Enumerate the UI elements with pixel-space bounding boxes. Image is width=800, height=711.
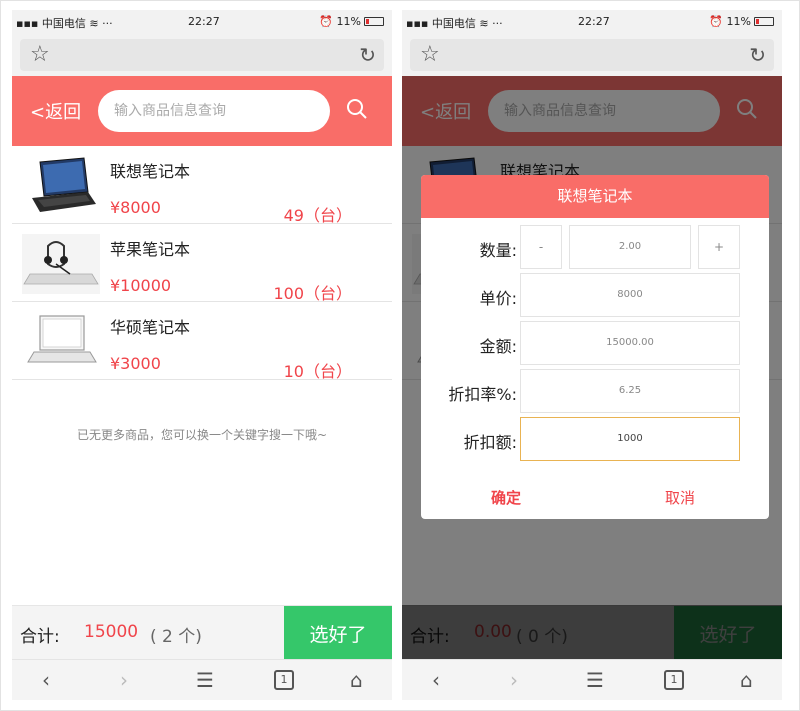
browser-nav-bar: ‹ › ☰ 1 ⌂ [402,659,782,700]
nav-back-icon[interactable]: ‹ [42,668,50,692]
product-item[interactable]: 华硕笔记本 ¥3000 10（台） [12,302,392,381]
product-item[interactable]: 苹果笔记本 ¥10000 100（台） [12,224,392,303]
phone-screen-left: ▪▪▪ 中国电信 ≋ ··· 22:27 ⏰ 11% ☆ ↻ <返回 输入商品信… [12,10,392,700]
phone-screen-right: ▪▪▪ 中国电信 ≋ ··· 22:27 ⏰ 11% ☆ ↻ <返回 [402,10,782,700]
carrier-indicator: ▪▪▪ 中国电信 ≋ ··· [16,17,113,30]
nav-menu-icon[interactable]: ☰ [586,668,604,692]
browser-nav-bar: ‹ › ☰ 1 ⌂ [12,659,392,700]
battery-level: 11% [726,15,751,28]
dialog-title: 联想笔记本 [421,175,769,218]
confirm-selection-button[interactable]: 选好了 [284,606,392,660]
status-bar: ▪▪▪ 中国电信 ≋ ··· 22:27 ⏰ 11% [402,10,782,34]
bookmark-star-icon[interactable]: ☆ [30,41,50,69]
nav-menu-icon[interactable]: ☰ [196,668,214,692]
alarm-icon: ⏰ [709,15,724,28]
dialog-cancel-button[interactable]: 取消 [665,487,695,508]
unit-price-row: 单价: 8000 [421,273,769,317]
amount-row: 金额: 15000.00 [421,321,769,365]
discount-amount-label: 折扣额: [463,433,517,452]
amount-label: 金额: [479,337,517,356]
decrement-button[interactable]: - [520,225,562,269]
discount-rate-label: 折扣率%: [448,385,517,404]
battery-status: ⏰ 11% [319,15,384,28]
url-box[interactable]: ☆ ↻ [410,39,774,71]
wifi-icon: ≋ [89,17,99,30]
reload-icon[interactable]: ↻ [359,41,376,69]
discount-amount-field[interactable]: 1000 [520,417,740,461]
product-name: 苹果笔记本 [110,240,191,259]
product-item[interactable]: 联想笔记本 ¥8000 49（台） [12,146,392,225]
product-list: 联想笔记本 ¥8000 49（台） 苹果笔记本 ¥10000 100（台） 华硕… [12,146,392,381]
product-name: 联想笔记本 [110,162,191,181]
product-price: ¥10000 [110,276,172,295]
nav-tabs-icon[interactable]: 1 [664,670,684,690]
laptop-asus-image [27,315,97,363]
battery-icon [364,17,384,26]
amount-field[interactable]: 15000.00 [520,321,740,365]
nav-tabs-icon[interactable]: 1 [274,670,294,690]
unit-price-field[interactable]: 8000 [520,273,740,317]
unit-price-label: 单价: [479,289,517,308]
edit-item-dialog: 联想笔记本 数量: - 2.00 + 单价: 8000 金额: 15000.00… [421,175,769,519]
product-quantity: 10（台） [283,362,352,381]
increment-button[interactable]: + [698,225,740,269]
quantity-label: 数量: [479,241,517,260]
total-amount: 15000 [84,622,139,642]
screenshot-frame: ▪▪▪ 中国电信 ≋ ··· 22:27 ⏰ 11% ☆ ↻ <返回 输入商品信… [0,0,800,711]
carrier-indicator: ▪▪▪ 中国电信 ≋ ··· [406,17,503,30]
reload-icon[interactable]: ↻ [749,41,766,69]
discount-rate-row: 折扣率%: 6.25 [421,369,769,413]
url-box[interactable]: ☆ ↻ [20,39,384,71]
status-bar: ▪▪▪ 中国电信 ≋ ··· 22:27 ⏰ 11% [12,10,392,34]
battery-icon [754,17,774,26]
nav-home-icon[interactable]: ⌂ [350,668,363,692]
modal-backdrop-bottom[interactable] [402,605,782,659]
nav-home-icon[interactable]: ⌂ [740,668,753,692]
no-more-products-text: 已无更多商品，您可以换一个关键字搜一下哦~ [76,428,328,442]
browser-bar: ☆ ↻ [402,34,782,76]
laptop-apple-image [22,234,100,294]
browser-bar: ☆ ↻ [12,34,392,76]
nav-forward-icon[interactable]: › [120,668,128,692]
back-button[interactable]: <返回 [30,98,81,124]
nav-forward-icon[interactable]: › [510,668,518,692]
discount-amount-row: 折扣额: 1000 [421,417,769,461]
quantity-field[interactable]: 2.00 [569,225,691,269]
product-quantity: 49（台） [283,206,352,225]
quantity-row: 数量: - 2.00 + [421,225,769,269]
discount-rate-field[interactable]: 6.25 [520,369,740,413]
product-price: ¥3000 [110,354,161,373]
clock-time: 22:27 [188,15,220,28]
clock-time: 22:27 [578,15,610,28]
search-input[interactable] [98,90,330,132]
product-price: ¥8000 [110,198,161,217]
total-label: 合计: [20,627,60,647]
search-icon[interactable] [346,98,368,120]
battery-level: 11% [336,15,361,28]
product-name: 华硕笔记本 [110,318,191,337]
battery-status: ⏰ 11% [709,15,774,28]
nav-back-icon[interactable]: ‹ [432,668,440,692]
product-quantity: 100（台） [273,284,352,303]
app-header: <返回 [12,76,392,146]
laptop-lenovo-image [32,157,96,212]
bookmark-star-icon[interactable]: ☆ [420,41,440,69]
total-count: ( 2 个) [150,627,202,647]
carrier-name: 中国电信 [41,17,86,30]
carrier-name: 中国电信 [431,17,476,30]
dialog-ok-button[interactable]: 确定 [491,487,521,508]
wifi-icon: ≋ [479,17,489,30]
alarm-icon: ⏰ [319,15,334,28]
cart-summary: 合计: 15000 ( 2 个) 选好了 [12,605,392,660]
